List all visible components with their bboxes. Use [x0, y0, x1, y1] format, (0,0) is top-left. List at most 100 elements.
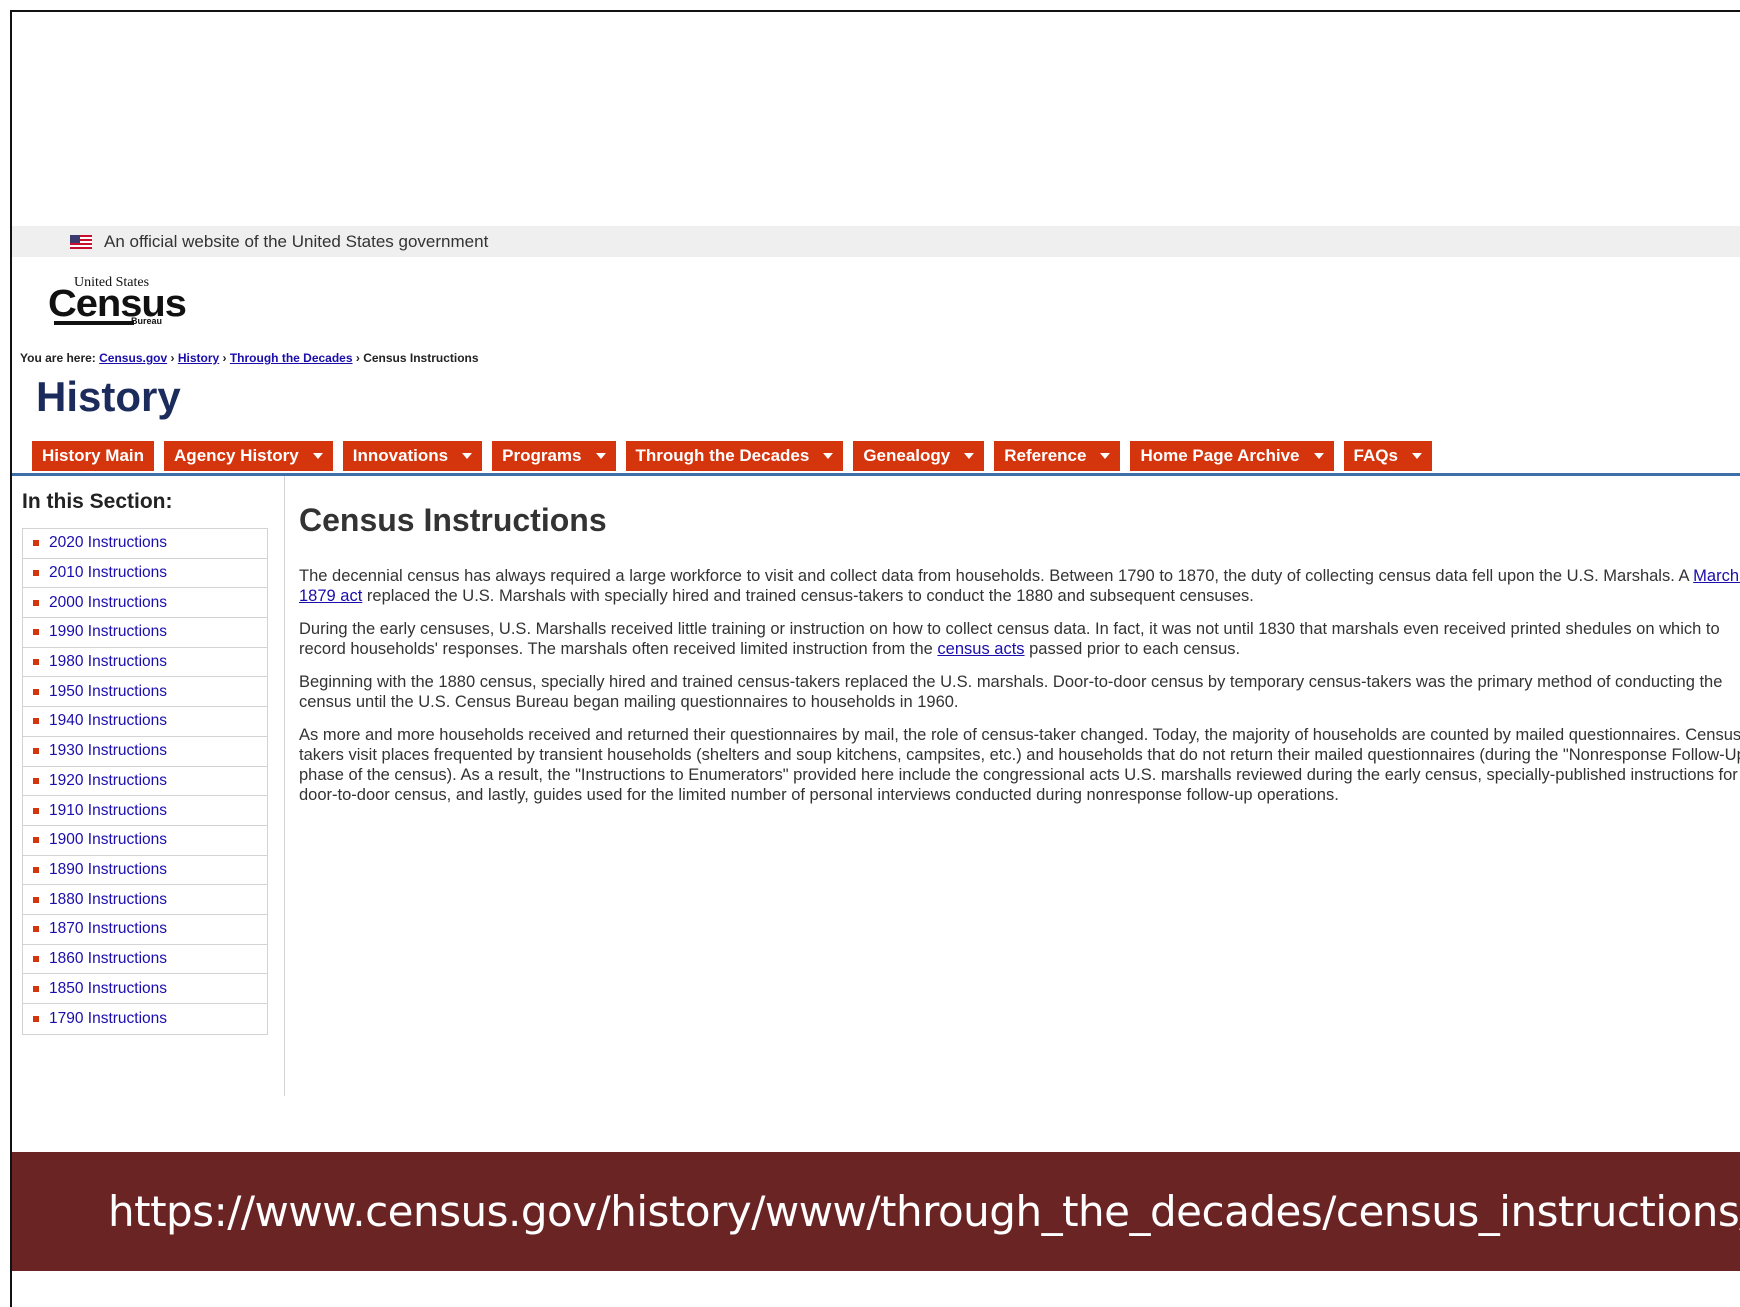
- nav-label: Home Page Archive: [1140, 446, 1300, 465]
- sidebar-item-2020[interactable]: 2020 Instructions: [23, 529, 267, 559]
- sidebar-item-1990[interactable]: 1990 Instructions: [23, 618, 267, 648]
- sidebar-item-label[interactable]: 1910 Instructions: [49, 802, 167, 820]
- chevron-down-icon[interactable]: [1411, 453, 1422, 459]
- sidebar-list: 2020 Instructions 2010 Instructions 2000…: [22, 528, 268, 1035]
- nav-through-the-decades[interactable]: Through the Decades: [625, 441, 844, 471]
- chevron-down-icon[interactable]: [1100, 453, 1111, 459]
- nav-reference[interactable]: Reference: [994, 441, 1121, 471]
- sidebar-item-label[interactable]: 2020 Instructions: [49, 534, 167, 552]
- sidebar-item-label[interactable]: 1940 Instructions: [49, 712, 167, 730]
- url-caption: https://www.census.gov/history/www/throu…: [108, 1187, 1740, 1236]
- sidebar-item-1790[interactable]: 1790 Instructions: [23, 1004, 267, 1034]
- sidebar-item-label[interactable]: 1900 Instructions: [49, 831, 167, 849]
- logo-underline: [54, 321, 134, 325]
- bullet-icon: [33, 540, 39, 547]
- us-flag-icon: [70, 234, 92, 249]
- url-caption-band: https://www.census.gov/history/www/throu…: [12, 1152, 1740, 1271]
- nav-faqs[interactable]: FAQs: [1343, 441, 1432, 471]
- breadcrumb-link-history[interactable]: History: [178, 351, 219, 365]
- bullet-icon: [33, 570, 39, 577]
- chevron-down-icon[interactable]: [1313, 453, 1324, 459]
- nav-label: Through the Decades: [635, 446, 810, 465]
- gov-banner-text: An official website of the United States…: [104, 231, 489, 251]
- nav-label: Innovations: [352, 446, 449, 465]
- bullet-icon: [33, 866, 39, 873]
- paragraph-text: passed prior to each census.: [1024, 640, 1241, 658]
- nav-label: FAQs: [1353, 446, 1398, 465]
- main-nav: History Main Agency History Innovations …: [32, 441, 1432, 471]
- nav-label: Genealogy: [863, 446, 951, 465]
- nav-innovations[interactable]: Innovations: [342, 441, 483, 471]
- nav-label: Reference: [1004, 446, 1087, 465]
- paragraph-2: During the early censuses, U.S. Marshall…: [299, 619, 1740, 659]
- chevron-down-icon[interactable]: [823, 453, 834, 459]
- paragraph-text: The decennial census has always required…: [299, 567, 1694, 585]
- link-census-acts[interactable]: census acts: [937, 640, 1024, 658]
- sidebar-item-label[interactable]: 1890 Instructions: [49, 861, 167, 879]
- sidebar-item-2000[interactable]: 2000 Instructions: [23, 588, 267, 619]
- paragraph-1: The decennial census has always required…: [299, 566, 1740, 606]
- paragraph-text: replaced the U.S. Marshals with speciall…: [362, 587, 1254, 605]
- breadcrumb-separator: ›: [167, 351, 178, 365]
- sidebar-item-label[interactable]: 1980 Instructions: [49, 653, 167, 671]
- chevron-down-icon[interactable]: [964, 453, 975, 459]
- sidebar-item-1890[interactable]: 1890 Instructions: [23, 856, 267, 886]
- logo-bottom-text: Bureau: [131, 316, 163, 326]
- chevron-down-icon[interactable]: [312, 453, 323, 459]
- sidebar-item-1930[interactable]: 1930 Instructions: [23, 737, 267, 767]
- sidebar-item-label[interactable]: 1880 Instructions: [49, 891, 167, 909]
- sidebar-item-label[interactable]: 1920 Instructions: [49, 772, 167, 790]
- bullet-icon: [33, 688, 39, 695]
- sidebar-item-label[interactable]: 2000 Instructions: [49, 594, 167, 612]
- nav-home-page-archive[interactable]: Home Page Archive: [1130, 441, 1334, 471]
- nav-agency-history[interactable]: Agency History: [164, 441, 333, 471]
- sidebar-item-1870[interactable]: 1870 Instructions: [23, 915, 267, 945]
- bullet-icon: [33, 718, 39, 725]
- site-title[interactable]: History: [36, 373, 181, 421]
- nav-history-main[interactable]: History Main: [32, 441, 155, 471]
- census-logo[interactable]: United States Census Bureau: [48, 275, 187, 327]
- nav-label: Agency History: [174, 446, 299, 465]
- breadcrumb-separator: ›: [219, 351, 230, 365]
- sidebar: In this Section: 2020 Instructions 2010 …: [12, 476, 285, 1096]
- sidebar-item-label[interactable]: 2010 Instructions: [49, 564, 167, 582]
- sidebar-item-label[interactable]: 1850 Instructions: [49, 980, 167, 998]
- sidebar-item-1900[interactable]: 1900 Instructions: [23, 826, 267, 856]
- nav-programs[interactable]: Programs: [492, 441, 616, 471]
- nav-label: History Main: [42, 446, 145, 465]
- sidebar-item-label[interactable]: 1990 Instructions: [49, 623, 167, 641]
- bullet-icon: [33, 807, 39, 814]
- bullet-icon: [33, 629, 39, 636]
- sidebar-item-1920[interactable]: 1920 Instructions: [23, 767, 267, 797]
- logo-main-text: Census: [48, 283, 187, 325]
- paragraph-3: Beginning with the 1880 census, speciall…: [299, 673, 1723, 711]
- chevron-down-icon[interactable]: [462, 453, 473, 459]
- breadcrumb: You are here: Census.gov › History › Thr…: [20, 351, 479, 365]
- bullet-icon: [33, 837, 39, 844]
- breadcrumb-link-census-gov[interactable]: Census.gov: [99, 351, 167, 365]
- breadcrumb-separator: ›: [352, 351, 364, 365]
- breadcrumb-link-through-the-decades[interactable]: Through the Decades: [230, 351, 353, 365]
- sidebar-item-label[interactable]: 1790 Instructions: [49, 1010, 167, 1028]
- sidebar-item-1910[interactable]: 1910 Instructions: [23, 796, 267, 826]
- sidebar-item-2010[interactable]: 2010 Instructions: [23, 559, 267, 589]
- bullet-icon: [33, 777, 39, 784]
- chevron-down-icon[interactable]: [595, 453, 606, 459]
- sidebar-item-1880[interactable]: 1880 Instructions: [23, 885, 267, 915]
- bullet-icon: [33, 659, 39, 666]
- sidebar-item-1980[interactable]: 1980 Instructions: [23, 648, 267, 678]
- sidebar-item-label[interactable]: 1950 Instructions: [49, 683, 167, 701]
- gov-banner: An official website of the United States…: [12, 226, 1740, 257]
- bullet-icon: [33, 926, 39, 933]
- bullet-icon: [33, 1015, 39, 1022]
- sidebar-item-1850[interactable]: 1850 Instructions: [23, 974, 267, 1004]
- sidebar-item-1940[interactable]: 1940 Instructions: [23, 707, 267, 737]
- nav-genealogy[interactable]: Genealogy: [853, 441, 985, 471]
- breadcrumb-current: Census Instructions: [363, 351, 479, 365]
- sidebar-item-label[interactable]: 1930 Instructions: [49, 742, 167, 760]
- sidebar-item-label[interactable]: 1860 Instructions: [49, 950, 167, 968]
- sidebar-item-1950[interactable]: 1950 Instructions: [23, 677, 267, 708]
- bullet-icon: [33, 896, 39, 903]
- sidebar-item-label[interactable]: 1870 Instructions: [49, 920, 167, 938]
- sidebar-item-1860[interactable]: 1860 Instructions: [23, 945, 267, 975]
